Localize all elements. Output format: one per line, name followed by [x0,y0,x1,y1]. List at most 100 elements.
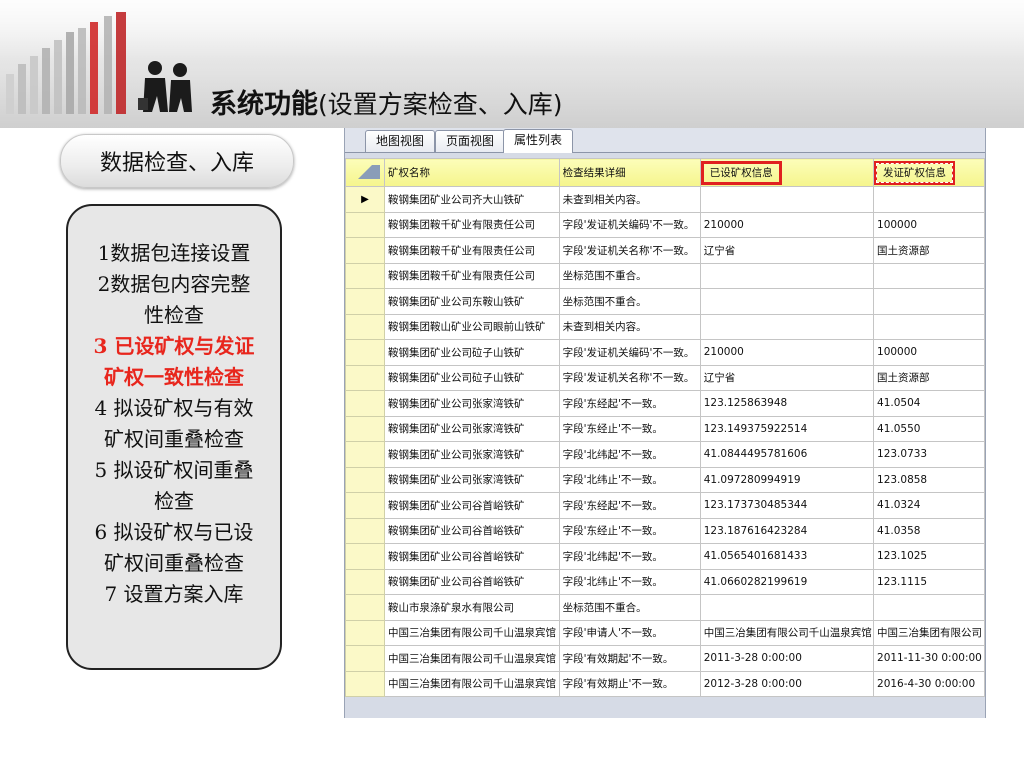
table-cell[interactable]: 41.0324 [873,492,985,519]
table-cell[interactable]: 鞍钢集团鞍千矿业有限责任公司 [384,237,560,264]
table-cell[interactable]: 鞍山市泉涤矿泉水有限公司 [384,594,560,621]
table-cell[interactable]: 字段'东经起'不一致。 [558,390,701,417]
table-cell[interactable]: 123.0733 [873,441,985,468]
table-cell[interactable] [699,313,875,340]
table-row[interactable]: 鞍山市泉涤矿泉水有限公司 坐标范围不重合。 [345,594,985,621]
table-cell[interactable]: 123.125863948 [699,390,875,417]
table-cell[interactable]: 字段'有效期止'不一致。 [558,670,701,697]
table-row[interactable]: 鞍钢集团矿业公司谷首峪铁矿 字段'北纬止'不一致。 41.0660282199619… [345,568,985,595]
row-header[interactable] [345,262,385,289]
table-cell[interactable]: 123.173730485344 [699,492,875,519]
table-cell[interactable]: 123.0858 [873,466,985,493]
table-row[interactable]: 鞍钢集团矿业公司砬子山铁矿 字段'发证机关编码'不一致。 210000 100000 [345,339,985,366]
table-cell[interactable]: 辽宁省 [699,364,875,391]
table-cell[interactable]: 中国三冶集团有限公司 [873,619,985,646]
table-cell[interactable]: 中国三冶集团有限公司千山温泉宾馆 [699,619,875,646]
table-cell[interactable]: 字段'北纬起'不一致。 [558,543,701,570]
table-cell[interactable]: 鞍钢集团矿业公司齐大山铁矿 [384,186,560,213]
row-header[interactable] [345,211,385,238]
row-header[interactable]: ▶ [345,186,385,213]
table-cell[interactable]: 123.187616423284 [699,517,875,544]
row-header[interactable] [345,288,385,315]
column-header-issued-info[interactable]: 发证矿权信息 [873,158,985,187]
table-cell[interactable]: 100000 [873,339,985,366]
table-cell[interactable]: 鞍钢集团鞍山矿业公司眼前山铁矿 [384,313,560,340]
table-cell[interactable]: 字段'发证机关名称'不一致。 [558,237,701,264]
table-cell[interactable] [699,186,875,213]
column-header-existing-info[interactable]: 已设矿权信息 [699,158,875,187]
row-header[interactable] [345,645,385,672]
table-row[interactable]: 鞍钢集团矿业公司谷首峪铁矿 字段'东经止'不一致。 123.187616423284… [345,517,985,544]
table-cell[interactable]: 字段'北纬起'不一致。 [558,441,701,468]
table-row[interactable]: 鞍钢集团矿业公司张家湾铁矿 字段'北纬起'不一致。 41.0844495781606… [345,441,985,468]
table-cell[interactable]: 鞍钢集团矿业公司张家湾铁矿 [384,390,560,417]
table-cell[interactable] [873,594,985,621]
table-cell[interactable]: 中国三冶集团有限公司千山温泉宾馆 [384,645,560,672]
table-cell[interactable]: 2011-11-30 0:00:00 [873,645,985,672]
table-cell[interactable]: 41.0844495781606 [699,441,875,468]
tab-attribute-list[interactable]: 属性列表 [503,129,574,153]
table-cell[interactable]: 鞍钢集团鞍千矿业有限责任公司 [384,262,560,289]
table-cell[interactable]: 41.097280994919 [699,466,875,493]
table-cell[interactable]: 字段'北纬止'不一致。 [558,568,701,595]
table-cell[interactable]: 坐标范围不重合。 [558,262,701,289]
table-cell[interactable]: 鞍钢集团矿业公司张家湾铁矿 [384,441,560,468]
table-cell[interactable]: 41.0504 [873,390,985,417]
table-cell[interactable]: 字段'发证机关名称'不一致。 [558,364,701,391]
row-header[interactable] [345,594,385,621]
row-header[interactable] [345,670,385,697]
tab-map-view[interactable]: 地图视图 [365,130,436,152]
table-row[interactable]: 鞍钢集团矿业公司张家湾铁矿 字段'北纬止'不一致。 41.097280994919 1… [345,466,985,493]
table-cell[interactable]: 鞍钢集团矿业公司谷首峪铁矿 [384,568,560,595]
row-header[interactable] [345,441,385,468]
table-cell[interactable]: 鞍钢集团矿业公司砬子山铁矿 [384,339,560,366]
table-cell[interactable]: 中国三冶集团有限公司千山温泉宾馆 [384,619,560,646]
table-row[interactable]: 鞍钢集团矿业公司张家湾铁矿 字段'东经起'不一致。 123.125863948 41.… [345,390,985,417]
table-cell[interactable]: 字段'申请人'不一致。 [558,619,701,646]
table-cell[interactable]: 鞍钢集团矿业公司张家湾铁矿 [384,415,560,442]
row-header[interactable] [345,364,385,391]
table-row[interactable]: ▶ 鞍钢集团矿业公司齐大山铁矿 未查到相关内容。 [345,186,985,213]
table-cell[interactable]: 字段'东经止'不一致。 [558,517,701,544]
table-row[interactable]: 鞍钢集团鞍千矿业有限责任公司 字段'发证机关编码'不一致。 210000 100000 [345,211,985,238]
table-row[interactable]: 鞍钢集团矿业公司张家湾铁矿 字段'东经止'不一致。 123.149375922514… [345,415,985,442]
table-cell[interactable]: 41.0565401681433 [699,543,875,570]
table-cell[interactable]: 字段'发证机关编码'不一致。 [558,211,701,238]
table-cell[interactable]: 坐标范围不重合。 [558,594,701,621]
table-cell[interactable]: 鞍钢集团矿业公司砬子山铁矿 [384,364,560,391]
table-cell[interactable]: 鞍钢集团矿业公司谷首峪铁矿 [384,543,560,570]
table-cell[interactable]: 辽宁省 [699,237,875,264]
table-cell[interactable]: 鞍钢集团矿业公司张家湾铁矿 [384,466,560,493]
table-cell[interactable] [873,313,985,340]
table-cell[interactable]: 41.0660282199619 [699,568,875,595]
table-cell[interactable] [699,594,875,621]
row-header[interactable] [345,568,385,595]
table-row[interactable]: 鞍钢集团矿业公司谷首峪铁矿 字段'东经起'不一致。 123.173730485344… [345,492,985,519]
table-cell[interactable]: 123.149375922514 [699,415,875,442]
table-cell[interactable]: 字段'有效期起'不一致。 [558,645,701,672]
row-header[interactable] [345,492,385,519]
row-header[interactable] [345,517,385,544]
table-row[interactable]: 中国三冶集团有限公司千山温泉宾馆 字段'有效期止'不一致。 2012-3-28 0:… [345,670,985,697]
table-cell[interactable]: 210000 [699,211,875,238]
table-row[interactable]: 中国三冶集团有限公司千山温泉宾馆 字段'申请人'不一致。 中国三冶集团有限公司千山温… [345,619,985,646]
table-cell[interactable]: 100000 [873,211,985,238]
table-cell[interactable]: 41.0550 [873,415,985,442]
table-cell[interactable]: 字段'东经起'不一致。 [558,492,701,519]
table-cell[interactable]: 中国三冶集团有限公司千山温泉宾馆 [384,670,560,697]
table-row[interactable]: 鞍钢集团鞍千矿业有限责任公司 坐标范围不重合。 [345,262,985,289]
table-row[interactable]: 鞍钢集团鞍千矿业有限责任公司 字段'发证机关名称'不一致。 辽宁省 国土资源部 [345,237,985,264]
table-cell[interactable]: 鞍钢集团矿业公司东鞍山铁矿 [384,288,560,315]
table-cell[interactable] [699,288,875,315]
table-cell[interactable] [699,262,875,289]
table-cell[interactable]: 2016-4-30 0:00:00 [873,670,985,697]
row-header[interactable] [345,390,385,417]
tab-page-view[interactable]: 页面视图 [435,130,506,152]
table-cell[interactable]: 坐标范围不重合。 [558,288,701,315]
table-cell[interactable]: 未查到相关内容。 [558,186,701,213]
row-header[interactable] [345,339,385,366]
table-cell[interactable]: 2011-3-28 0:00:00 [699,645,875,672]
column-header-check-detail[interactable]: 检查结果详细 [558,158,701,187]
table-cell[interactable]: 123.1025 [873,543,985,570]
table-cell[interactable]: 字段'发证机关编码'不一致。 [558,339,701,366]
